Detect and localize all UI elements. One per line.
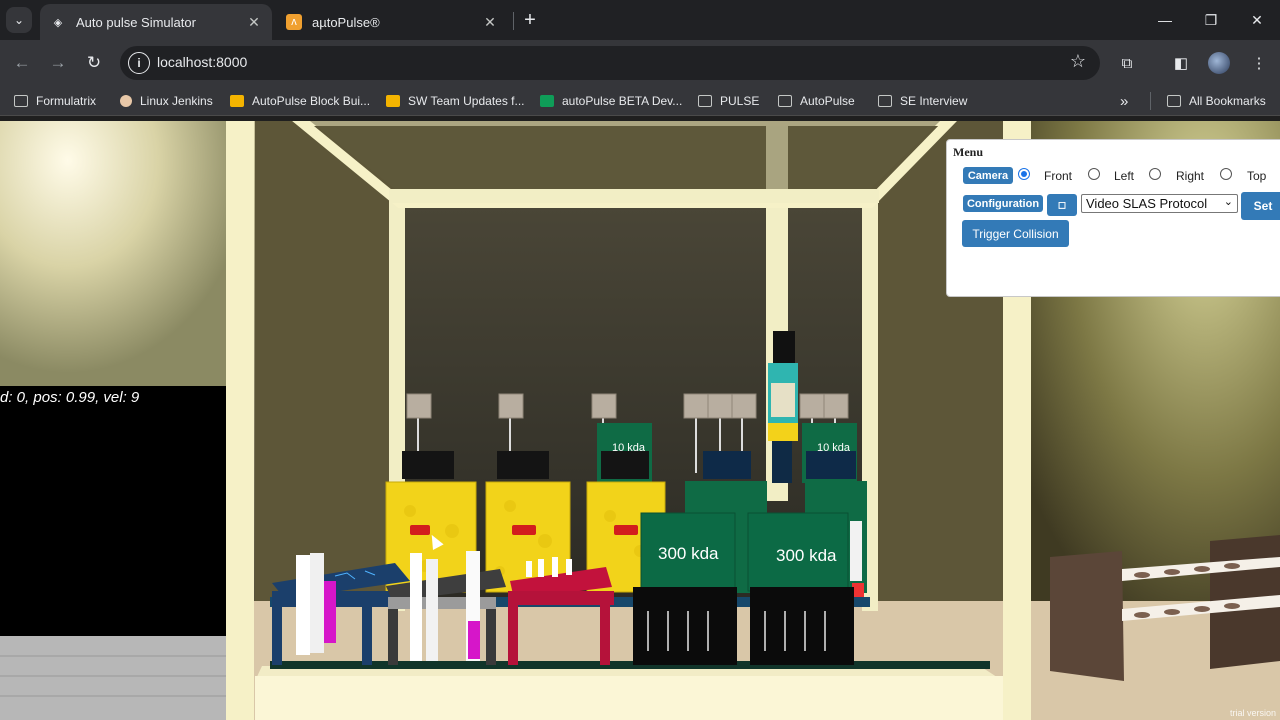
bookmark-autopulse-block[interactable]: AutoPulse Block Bui...: [230, 92, 370, 110]
folder-icon: [778, 95, 792, 107]
chevron-down-icon: ⌄: [1223, 196, 1233, 208]
jenkins-icon: [120, 95, 132, 107]
camera-top-radio[interactable]: [1220, 168, 1232, 180]
new-tab-button[interactable]: +: [518, 8, 542, 32]
side-panel-icon[interactable]: ◧: [1170, 52, 1192, 74]
tab-strip: ⌄ ◈ Auto pulse Simulator ✕ ᴧ aµtoPulse® …: [0, 0, 1280, 40]
bookmark-label: AutoPulse Block Bui...: [252, 94, 371, 108]
configuration-label: Configuration: [963, 195, 1043, 212]
camera-right-label: Right: [1176, 169, 1205, 183]
bookmark-label: PULSE: [720, 94, 760, 108]
restore-button[interactable]: ❐: [1188, 0, 1234, 40]
tab-auto-pulse-simulator[interactable]: ◈ Auto pulse Simulator ✕: [40, 4, 272, 40]
forward-icon[interactable]: →: [44, 49, 72, 77]
profile-avatar[interactable]: [1208, 52, 1230, 74]
bookmark-label: autoPulse BETA Dev...: [562, 94, 683, 108]
camera-left-radio[interactable]: [1088, 168, 1100, 180]
site-info-icon[interactable]: i: [128, 52, 150, 74]
unity-icon: ◈: [53, 16, 63, 29]
protocol-select[interactable]: Video SLAS Protocol ⌄: [1081, 194, 1238, 213]
all-bookmarks-button[interactable]: All Bookmarks: [1150, 92, 1266, 110]
camera-left-label: Left: [1114, 169, 1135, 183]
close-icon[interactable]: ✕: [246, 14, 262, 31]
camera-label: Camera: [963, 167, 1013, 184]
position-status-text: d: 0, pos: 0.99, vel: 9: [0, 389, 140, 406]
menu-title: Menu: [953, 145, 983, 159]
simulator-canvas[interactable]: 10 kda 10 kda 300 kda 300 kda d: 0, pos:…: [0, 121, 1280, 720]
camera-right-radio[interactable]: [1149, 168, 1161, 180]
folder-icon: [698, 95, 712, 107]
tab-autopulse[interactable]: ᴧ aµtoPulse® ✕: [276, 4, 508, 40]
camera-front-label: Front: [1044, 169, 1073, 183]
autopulse-icon: ᴧ: [286, 14, 302, 30]
back-icon[interactable]: ←: [8, 49, 36, 77]
reload-icon[interactable]: ↻: [80, 49, 108, 77]
slides-icon: [386, 95, 400, 107]
set-button[interactable]: Set: [1241, 192, 1280, 220]
bookmark-label: Formulatrix: [36, 94, 97, 108]
trial-watermark: trial version: [1229, 708, 1276, 718]
tab-title: Auto pulse Simulator: [76, 14, 196, 30]
tab-divider: [513, 12, 514, 30]
bookmarks-bar: Formulatrix Linux Jenkins AutoPulse Bloc…: [0, 86, 1280, 116]
bookmark-autopulse[interactable]: AutoPulse: [778, 92, 855, 110]
bookmarks-overflow-button[interactable]: »: [1120, 92, 1128, 110]
bookmark-formulatrix[interactable]: Formulatrix: [14, 92, 96, 110]
configuration-toggle-button[interactable]: ◻: [1047, 194, 1077, 216]
minimize-button[interactable]: —: [1142, 0, 1188, 40]
slides-icon: [230, 95, 244, 107]
bookmark-autopulse-beta[interactable]: autoPulse BETA Dev...: [540, 92, 682, 110]
tab-title: aµtoPulse®: [312, 14, 380, 30]
close-icon[interactable]: ✕: [482, 14, 498, 31]
kda-label-big: 300 kda: [776, 546, 837, 565]
bookmark-label: SE Interview: [900, 94, 968, 108]
sheets-icon: [540, 95, 554, 107]
kda-label-small: 10 kda: [612, 442, 646, 454]
bookmark-label: SW Team Updates f...: [408, 94, 525, 108]
url-text[interactable]: localhost:8000: [157, 54, 247, 70]
browser-toolbar: ← → ↻ i localhost:8000 ☆ ⧉ ◧ ⋮: [0, 40, 1280, 86]
bookmark-label: AutoPulse: [800, 94, 855, 108]
window-close-button[interactable]: ✕: [1234, 0, 1280, 40]
camera-top-label: Top: [1247, 169, 1267, 183]
kebab-menu-icon[interactable]: ⋮: [1248, 52, 1270, 74]
bookmark-se-interview[interactable]: SE Interview: [878, 92, 967, 110]
kda-label-small: 10 kda: [817, 442, 851, 454]
bookmark-label: All Bookmarks: [1189, 94, 1266, 108]
bookmark-star-icon[interactable]: ☆: [1070, 51, 1086, 72]
bookmark-label: Linux Jenkins: [140, 94, 213, 108]
kda-label-big: 300 kda: [658, 544, 719, 563]
camera-front-radio[interactable]: [1018, 168, 1030, 180]
bookmark-sw-team-updates[interactable]: SW Team Updates f...: [386, 92, 525, 110]
folder-icon: [878, 95, 892, 107]
trigger-collision-button[interactable]: Trigger Collision: [962, 220, 1069, 247]
bookmark-linux-jenkins[interactable]: Linux Jenkins: [120, 92, 213, 110]
extensions-icon[interactable]: ⧉: [1116, 52, 1138, 74]
protocol-select-value: Video SLAS Protocol: [1086, 196, 1208, 211]
folder-icon: [14, 95, 28, 107]
folder-icon: [1167, 95, 1181, 107]
bookmark-pulse[interactable]: PULSE: [698, 92, 759, 110]
menu-panel: Menu Camera Front Left Right Top Configu…: [946, 139, 1280, 297]
tab-search-button[interactable]: ⌄: [6, 7, 32, 33]
address-bar[interactable]: i localhost:8000 ☆: [120, 46, 1100, 80]
